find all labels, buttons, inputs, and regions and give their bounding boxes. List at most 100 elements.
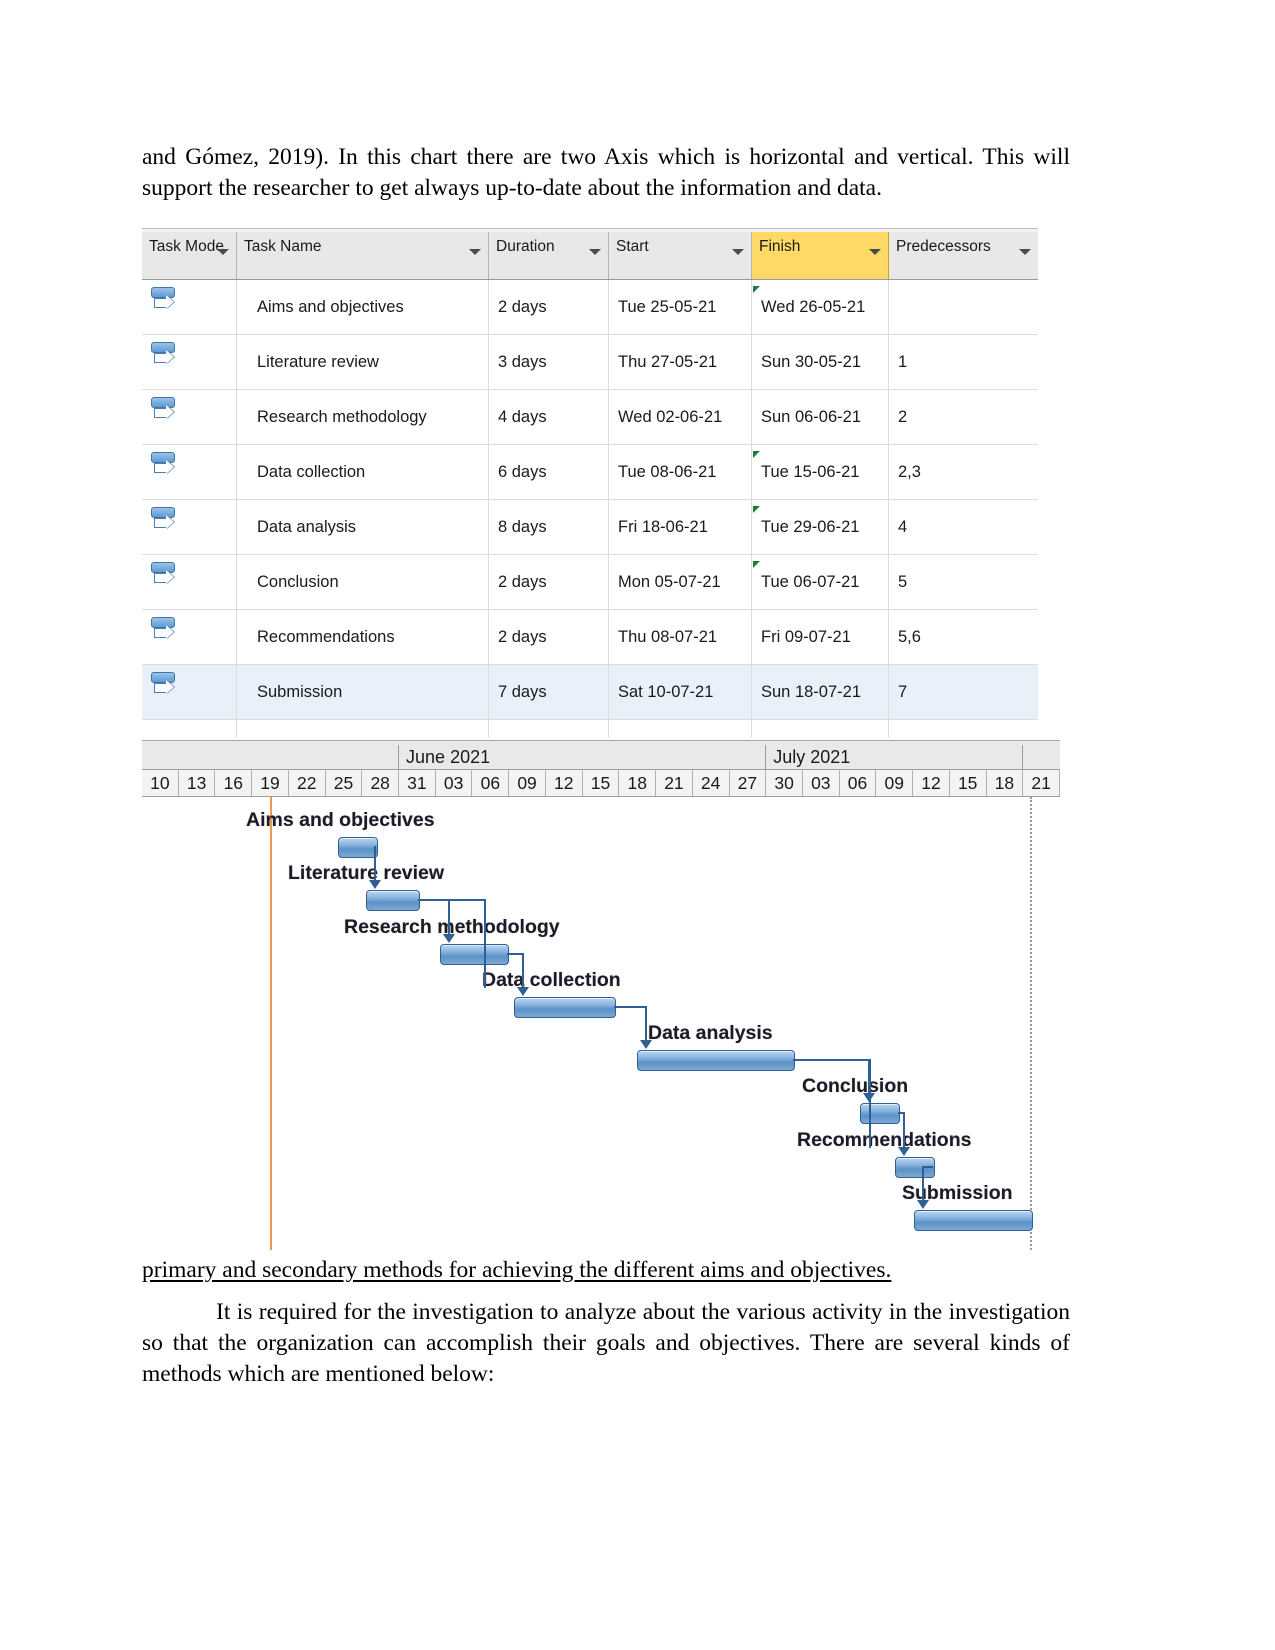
column-header-finish[interactable]: Finish [752,232,889,279]
table-row[interactable]: Conclusion 2 days Mon 05-07-21 Tue 06-07-21… [142,555,1038,610]
cell-duration[interactable]: 8 days [489,500,609,554]
cell-duration[interactable]: 2 days [489,555,609,609]
cell-task-name[interactable]: Recommendations [237,610,489,664]
constraint-flag-icon [753,561,760,568]
cell-task-mode[interactable] [142,280,237,334]
gantt-task-bar[interactable] [514,997,616,1018]
cell-duration[interactable]: 2 days [489,610,609,664]
cell-finish[interactable]: Wed 26-05-21 [752,280,889,334]
cell-text: Tue 29-06-21 [761,517,860,536]
gantt-link-line [922,1166,924,1201]
cell-start[interactable]: Fri 18-06-21 [609,500,752,554]
cell-duration[interactable]: 4 days [489,390,609,444]
gantt-task-bar[interactable] [440,944,509,965]
table-row[interactable]: Data analysis 8 days Fri 18-06-21 Tue 29-06… [142,500,1038,555]
gantt-link-line [418,899,484,901]
cell-finish[interactable]: Sun 18-07-21 [752,665,889,719]
table-row[interactable]: Research methodology 4 days Wed 02-06-21 Su… [142,390,1038,445]
cell-task-name[interactable]: Research methodology [237,390,489,444]
column-header-task-mode[interactable]: Task Mode [142,232,237,279]
gantt-day-tick: 12 [913,770,950,796]
chevron-down-icon[interactable] [589,249,601,255]
cell-text: Aims and objectives [257,297,404,316]
cell-text: Tue 06-07-21 [761,572,860,591]
cell-finish[interactable]: Sun 06-06-21 [752,390,889,444]
cell-start[interactable]: Tue 08-06-21 [609,445,752,499]
cell-finish[interactable]: Tue 29-06-21 [752,500,889,554]
cell-task-mode[interactable] [142,555,237,609]
cell-predecessors[interactable]: 2 [889,390,1038,444]
cell-task-mode[interactable] [142,390,237,444]
column-header-start[interactable]: Start [609,232,752,279]
cell-predecessors[interactable] [889,280,1038,334]
cell-finish[interactable]: Tue 06-07-21 [752,555,889,609]
table-row[interactable]: Data collection 6 days Tue 08-06-21 Tue 15-… [142,445,1038,500]
column-header-duration[interactable]: Duration [489,232,609,279]
constraint-flag-icon [753,451,760,458]
table-row[interactable]: Literature review 3 days Thu 27-05-21 Sun 3… [142,335,1038,390]
table-row[interactable]: Aims and objectives 2 days Tue 25-05-21 Wed… [142,280,1038,335]
gantt-task-bar[interactable] [860,1103,900,1124]
cell-task-mode[interactable] [142,335,237,389]
cell-task-name[interactable]: Literature review [237,335,489,389]
cell-text: 3 days [498,352,547,371]
table-header-row: Task Mode Task Name Duration Start Finis… [142,232,1038,280]
cell-duration[interactable]: 3 days [489,335,609,389]
cell-task-name[interactable]: Conclusion [237,555,489,609]
cell-finish[interactable]: Tue 15-06-21 [752,445,889,499]
column-header-predecessors-label: Predecessors [896,238,991,255]
column-header-task-name[interactable]: Task Name [237,232,489,279]
gantt-task-bar[interactable] [637,1050,795,1071]
cell-task-name[interactable]: Aims and objectives [237,280,489,334]
gantt-link-line [522,953,524,988]
chevron-down-icon[interactable] [469,249,481,255]
column-header-task-mode-label: Task Mode [149,238,224,255]
gantt-bar-label: Data analysis [648,1022,773,1044]
cell-predecessors[interactable]: 5,6 [889,610,1038,664]
gantt-task-bar[interactable] [338,837,378,858]
cell-start[interactable]: Thu 27-05-21 [609,335,752,389]
table-row[interactable]: Recommendations 2 days Thu 08-07-21 Fri 09-… [142,610,1038,665]
cell-start[interactable]: Sat 10-07-21 [609,665,752,719]
cell-text: 4 days [498,407,547,426]
chevron-down-icon[interactable] [217,249,229,255]
cell-duration[interactable]: 7 days [489,665,609,719]
table-row[interactable]: Submission 7 days Sat 10-07-21 Sun 18-07-21… [142,665,1038,720]
cell-task-mode[interactable] [142,665,237,719]
cell-task-mode[interactable] [142,500,237,554]
cell-task-mode[interactable] [142,445,237,499]
cell-predecessors[interactable]: 4 [889,500,1038,554]
chevron-down-icon[interactable] [1019,249,1031,255]
gantt-day-tick: 03 [436,770,473,796]
table-empty-row [142,720,1038,738]
cell-start[interactable]: Wed 02-06-21 [609,390,752,444]
cell-task-name[interactable]: Data analysis [237,500,489,554]
gantt-link-line [645,1006,647,1041]
gantt-task-bar[interactable] [366,890,420,911]
gantt-link-line [507,953,522,955]
gantt-task-bar[interactable] [914,1210,1033,1231]
chevron-down-icon[interactable] [732,249,744,255]
cell-duration[interactable]: 6 days [489,445,609,499]
column-header-predecessors[interactable]: Predecessors [889,232,1038,279]
cell-start[interactable]: Tue 25-05-21 [609,280,752,334]
chevron-down-icon[interactable] [869,249,881,255]
cell-predecessors[interactable]: 1 [889,335,1038,389]
cell-start[interactable]: Thu 08-07-21 [609,610,752,664]
cell-predecessors[interactable]: 2,3 [889,445,1038,499]
gantt-day-tick: 24 [693,770,730,796]
paragraph-top: and Gómez, 2019). In this chart there ar… [142,144,1070,201]
cell-finish[interactable]: Sun 30-05-21 [752,335,889,389]
cell-start[interactable]: Mon 05-07-21 [609,555,752,609]
cell-predecessors[interactable]: 7 [889,665,1038,719]
cell-text: 2,3 [898,462,921,481]
gantt-bar-label: Literature review [288,862,445,884]
cell-task-name[interactable]: Data collection [237,445,489,499]
project-task-table: Task Mode Task Name Duration Start Finis… [142,228,1038,738]
cell-finish[interactable]: Fri 09-07-21 [752,610,889,664]
cell-task-name[interactable]: Submission [237,665,489,719]
gantt-day-tick: 21 [1023,770,1060,796]
cell-predecessors[interactable]: 5 [889,555,1038,609]
cell-task-mode[interactable] [142,610,237,664]
cell-duration[interactable]: 2 days [489,280,609,334]
